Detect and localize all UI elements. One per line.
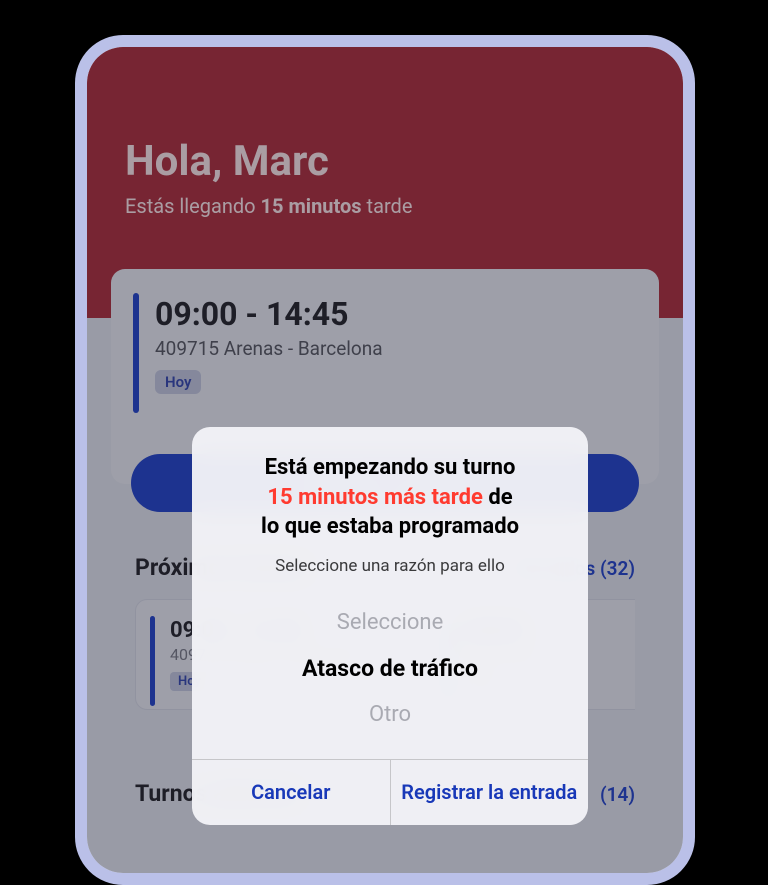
shift-accent-bar xyxy=(133,293,139,413)
phone-frame: Hola, Marc Estás llegando 15 minutos tar… xyxy=(75,35,695,885)
late-amount: 15 minutos xyxy=(261,194,362,218)
shift-time: 09:00 - 14:45 xyxy=(155,295,637,333)
late-prefix: Estás llegando xyxy=(125,194,261,218)
confirm-button[interactable]: Registrar la entrada xyxy=(390,760,589,825)
modal-title-highlight: 15 minutos más tarde xyxy=(267,485,483,510)
mini-accent-bar xyxy=(150,616,155,706)
greeting-text: Hola, Marc xyxy=(125,137,645,186)
picker-option[interactable]: Seleccione xyxy=(192,600,588,645)
modal-actions: Cancelar Registrar la entrada xyxy=(192,759,588,825)
phone-screen: Hola, Marc Estás llegando 15 minutos tar… xyxy=(87,47,683,873)
picker-option[interactable]: Otro xyxy=(192,692,588,737)
late-message: Estás llegando 15 minutos tarde xyxy=(125,194,645,218)
late-suffix: tarde xyxy=(362,194,413,218)
modal-subtitle: Seleccione una razón para ello xyxy=(192,556,588,576)
cancel-button[interactable]: Cancelar xyxy=(192,760,390,825)
shift-badge-today: Hoy xyxy=(155,370,201,394)
picker-option-selected[interactable]: Atasco de tráfico xyxy=(192,645,588,692)
open-shifts-count[interactable]: (14) xyxy=(600,783,635,806)
late-reason-modal: Está empezando su turno 15 minutos más t… xyxy=(192,427,588,825)
reason-picker[interactable]: Seleccione Atasco de tráfico Otro xyxy=(192,600,588,737)
shift-location: 409715 Arenas - Barcelona xyxy=(155,337,637,360)
modal-title: Está empezando su turno 15 minutos más t… xyxy=(192,427,588,542)
